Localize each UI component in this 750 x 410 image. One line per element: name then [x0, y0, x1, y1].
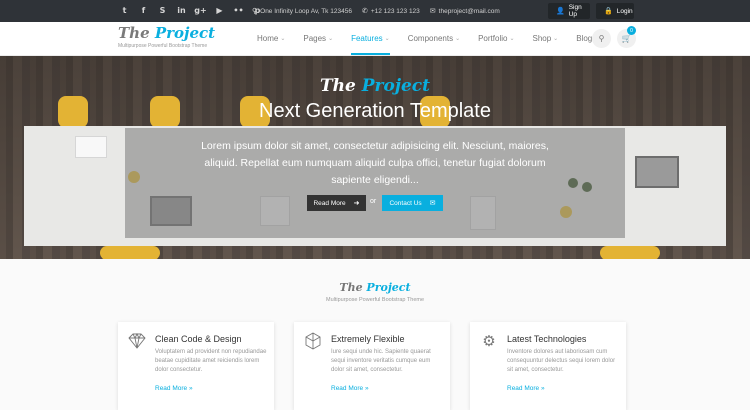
address-info: ⚲ One Infinity Loop Av, Tk 123456 [252, 7, 352, 15]
hero-logo-prefix: The [320, 76, 356, 96]
nav-item-portfolio[interactable]: Portfolio ⌄ [478, 22, 514, 55]
lock-icon: 🔒 [604, 7, 613, 15]
arrow-right-icon: ➜ [353, 199, 360, 207]
feature-read-more-link[interactable]: Read More » [155, 385, 193, 392]
section-logo-accent: Project [366, 281, 411, 294]
hero-text: Lorem ipsum dolor sit amet, consectetur … [201, 140, 549, 186]
paper [75, 136, 107, 158]
contact-info: ⚲ One Infinity Loop Av, Tk 123456 ✆ +12 … [252, 0, 500, 22]
sign-up-button[interactable]: 👤 Sign Up [548, 3, 590, 19]
or-separator: or [370, 198, 377, 205]
features-section: The Project Multipurpose Powerful Bootst… [0, 259, 750, 410]
search-button[interactable]: ⚲ [592, 29, 611, 48]
hero-logo-accent: Project [361, 76, 430, 96]
diamond-icon [128, 332, 146, 350]
phone-icon: ✆ [361, 7, 368, 15]
address-text: One Infinity Loop Av, Tk 123456 [260, 7, 352, 15]
gear-icon: ⚙ [482, 332, 496, 350]
flickr-icon[interactable]: •• [232, 4, 245, 17]
nav-label: Features [351, 34, 383, 43]
hero-logo: The Project [0, 76, 750, 96]
sign-up-label: Sign Up [568, 4, 582, 18]
map-marker-icon: ⚲ [252, 7, 258, 15]
feature-read-more-link[interactable]: Read More » [331, 385, 369, 392]
feature-card: ⚙ Latest Technologies Inventore dolores … [470, 322, 626, 410]
nav-label: Home [257, 34, 279, 43]
main-nav: Home ⌄ Pages ⌄ Features ⌄ Components ⌄ P… [257, 22, 617, 55]
laptop [635, 156, 679, 188]
hero-banner: The Project Next Generation Template Lor… [0, 56, 750, 259]
envelope-icon: ✉ [429, 7, 436, 15]
logo-accent: Project [154, 24, 216, 42]
nav-label: Blog [576, 34, 593, 43]
hero-title: Next Generation Template [259, 100, 491, 122]
nav-item-home[interactable]: Home ⌄ [257, 22, 285, 55]
chevron-down-icon: ⌄ [509, 36, 515, 42]
read-more-button[interactable]: Read More ➜ [307, 195, 366, 211]
nav-item-features[interactable]: Features ⌄ [351, 22, 390, 55]
hexagon-icon [304, 332, 322, 350]
site-tagline: Multipurpose Powerful Bootstrap Theme [118, 43, 208, 49]
nav-item-components[interactable]: Components ⌄ [408, 22, 460, 55]
feature-text: Iure sequi unde hic. Sapiente quaerat se… [331, 349, 431, 373]
phone-info: ✆ +12 123 123 123 [362, 7, 420, 15]
user-icon: 👤 [556, 7, 565, 15]
nav-label: Portfolio [478, 34, 508, 43]
read-more-label: Read More [313, 199, 346, 207]
chevron-down-icon: ⌄ [328, 36, 334, 42]
twitter-icon[interactable]: t [118, 4, 131, 17]
shopping-cart-icon: 🛒 [621, 34, 632, 43]
chevron-down-icon: ⌄ [384, 36, 390, 42]
chevron-down-icon: ⌄ [553, 36, 559, 42]
nav-label: Components [407, 34, 454, 43]
feature-card: Extremely Flexible Iure sequi unde hic. … [294, 322, 450, 410]
social-links: t f S in g+ ▶ •• p [118, 4, 264, 17]
envelope-icon: ✉ [429, 199, 436, 207]
feature-card: Clean Code & Design Voluptatem ad provid… [118, 322, 274, 410]
chevron-down-icon: ⌄ [455, 36, 461, 42]
cart-count-badge: 0 [627, 26, 636, 35]
top-bar: t f S in g+ ▶ •• p ⚲ One Infinity Loop A… [0, 0, 750, 22]
nav-label: Shop [532, 34, 552, 43]
nav-item-pages[interactable]: Pages ⌄ [303, 22, 333, 55]
search-icon: ⚲ [598, 34, 605, 43]
login-label: Login [616, 7, 633, 15]
login-button[interactable]: 🔒 Login [596, 3, 634, 19]
feature-read-more-link[interactable]: Read More » [507, 385, 545, 392]
phone-text: +12 123 123 123 [370, 7, 420, 15]
feature-title: Latest Technologies [507, 334, 587, 344]
main-header: The Project Multipurpose Powerful Bootst… [0, 22, 750, 56]
section-subtitle: Multipurpose Powerful Bootstrap Theme [325, 297, 425, 303]
chair [100, 246, 160, 259]
feature-text: Voluptatem ad provident non repudiandae … [155, 349, 267, 373]
linkedin-icon[interactable]: in [175, 4, 188, 17]
google-plus-icon[interactable]: g+ [194, 4, 207, 17]
section-logo-prefix: The [339, 281, 363, 294]
nav-item-shop[interactable]: Shop ⌄ [532, 22, 558, 55]
chair [600, 246, 660, 259]
facebook-icon[interactable]: f [137, 4, 150, 17]
site-logo[interactable]: The Project [118, 24, 215, 42]
skype-icon[interactable]: S [156, 4, 169, 17]
youtube-icon[interactable]: ▶ [213, 4, 226, 17]
chevron-down-icon: ⌄ [280, 36, 286, 42]
logo-prefix: The [118, 24, 150, 42]
feature-title: Extremely Flexible [331, 334, 405, 344]
section-logo: The Project [0, 281, 750, 294]
email-info[interactable]: ✉ theproject@mail.com [430, 7, 500, 15]
nav-label: Pages [303, 34, 327, 43]
contact-us-button[interactable]: Contact Us ✉ [382, 195, 443, 211]
feature-text: Inventore dolores aut laboriosam cum con… [507, 349, 616, 373]
email-text[interactable]: theproject@mail.com [439, 8, 500, 15]
contact-us-label: Contact Us [389, 199, 422, 207]
feature-title: Clean Code & Design [155, 334, 242, 344]
